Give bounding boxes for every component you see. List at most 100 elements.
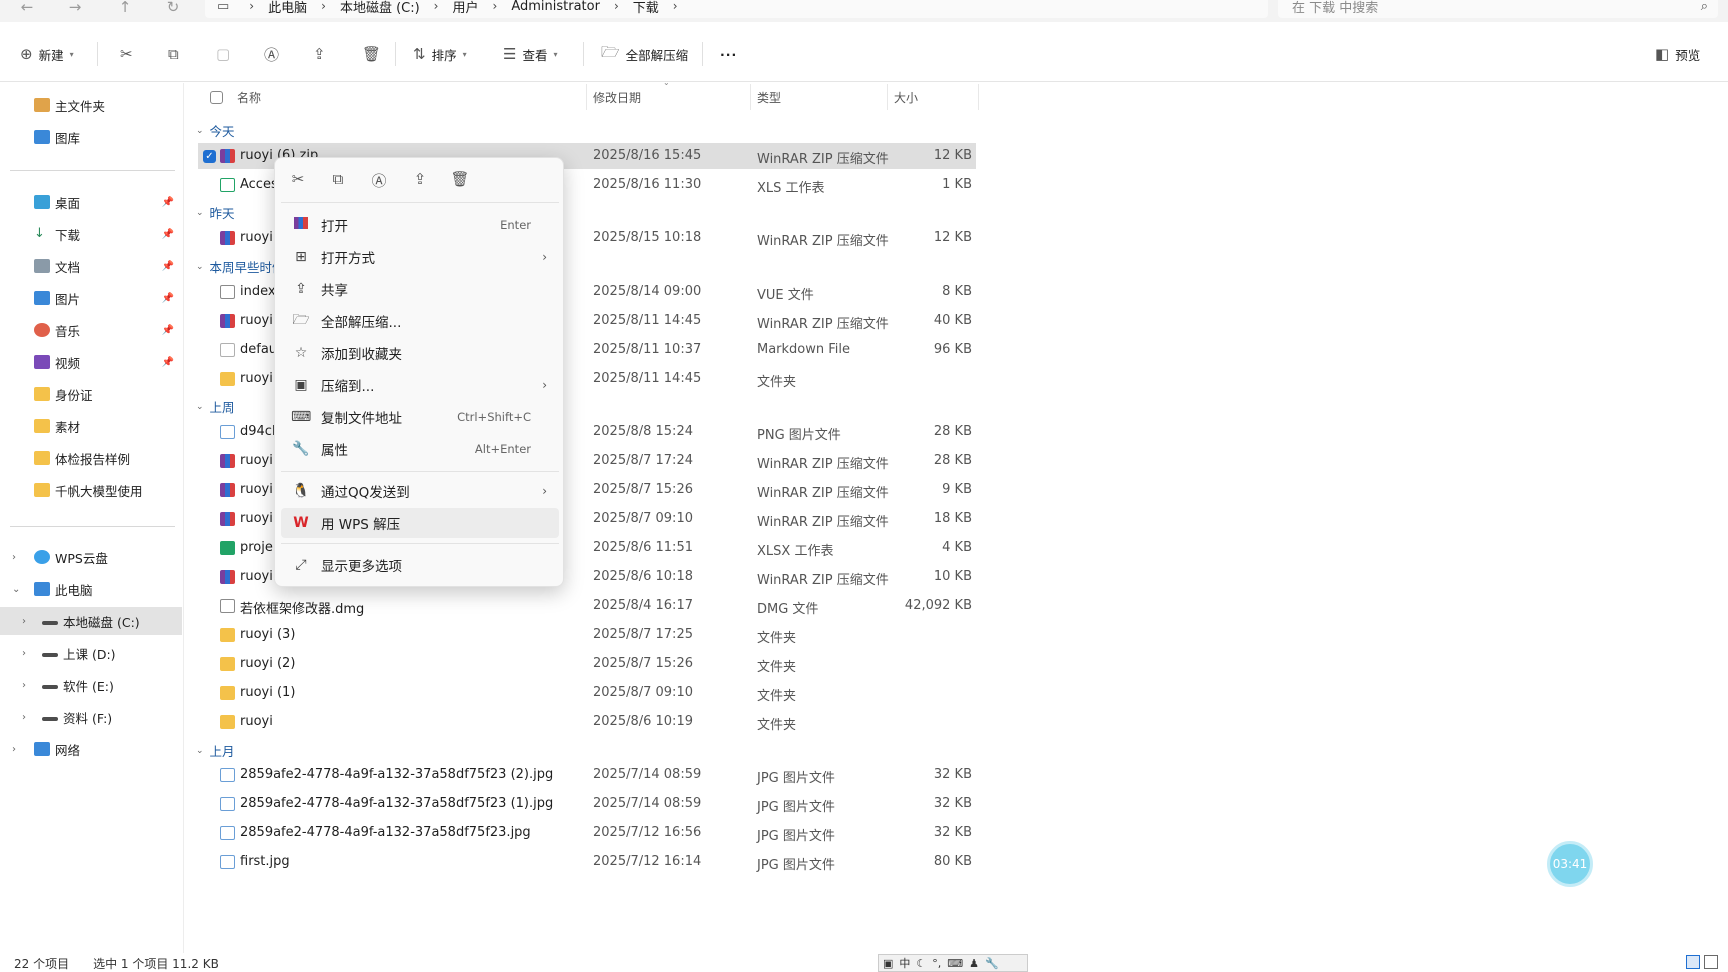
details-view-icon[interactable] <box>1686 955 1700 969</box>
sidebar-item-materials[interactable]: 素材 <box>0 412 182 440</box>
menu-item-copy-path[interactable]: ⌨ 复制文件地址 Ctrl+Shift+C <box>281 402 559 432</box>
file-row[interactable]: ruoyi (2) 2025/8/7 15:26 文件夹 <box>198 651 976 677</box>
breadcrumb-users[interactable]: 用户 <box>444 0 486 16</box>
wrench-icon[interactable]: 🔧 <box>985 957 999 970</box>
punctuation-icon[interactable]: °, <box>932 957 941 970</box>
file-row[interactable]: 2859afe2-4778-4a9f-a132-37a58df75f23.jpg… <box>198 820 976 846</box>
rename-icon[interactable]: Ⓐ <box>368 170 390 192</box>
file-row[interactable]: 若依框架修改器.dmg 2025/8/4 16:17 DMG 文件 42,092… <box>198 593 976 619</box>
address-bar[interactable]: ▭ › 此电脑 › 本地磁盘 (C:) › 用户 › Administrator… <box>205 0 1268 18</box>
sidebar-item-wps-cloud[interactable]: › WPS云盘 <box>0 543 182 571</box>
scissors-icon[interactable]: ✂ <box>287 170 309 192</box>
group-header-last-week[interactable]: ⌄ 上周 <box>196 397 235 416</box>
file-row[interactable]: ruoyi (3) 2025/8/7 17:25 文件夹 <box>198 622 976 648</box>
sidebar-item-drive-c[interactable]: › 本地磁盘 (C:) <box>0 607 182 635</box>
refresh-icon[interactable]: ↻ <box>158 0 188 16</box>
new-button[interactable]: ⊕ 新建 ▾ <box>20 44 74 64</box>
column-divider[interactable] <box>750 84 751 110</box>
sort-button[interactable]: ⇅ 排序 ▾ <box>413 44 467 64</box>
file-row[interactable]: first.jpg 2025/7/12 16:14 JPG 图片文件 80 KB <box>198 849 976 875</box>
moon-icon[interactable]: ☾ <box>916 957 926 970</box>
more-options-button[interactable]: ··· <box>720 44 737 64</box>
menu-item-properties[interactable]: 🔧 属性 Alt+Enter <box>281 434 559 464</box>
chevron-down-icon[interactable]: ⌄ <box>12 584 20 595</box>
chevron-right-icon[interactable]: › <box>22 680 26 691</box>
trash-icon[interactable]: 🗑 <box>449 170 471 192</box>
sidebar-item-music[interactable]: 音乐 📌 <box>0 316 182 344</box>
tiles-view-icon[interactable] <box>1704 955 1718 969</box>
user-icon[interactable]: ♟ <box>969 957 979 970</box>
breadcrumb-drive-c[interactable]: 本地磁盘 (C:) <box>332 0 428 16</box>
delete-button[interactable]: 🗑 <box>362 44 381 64</box>
group-header-today[interactable]: ⌄ 今天 <box>196 121 235 140</box>
group-header-earlier-week[interactable]: ⌄ 本周早些时候 <box>196 257 285 276</box>
keyboard-icon[interactable]: ⌨ <box>947 957 963 970</box>
ime-toolbar[interactable]: ▣ 中 ☾ °, ⌨ ♟ 🔧 <box>878 954 1028 972</box>
menu-item-open[interactable]: 打开 Enter <box>281 210 559 240</box>
up-icon[interactable]: ↑ <box>110 0 140 16</box>
sidebar-item-pictures[interactable]: 图片 📌 <box>0 284 182 312</box>
sidebar-item-drive-f[interactable]: › 资料 (F:) <box>0 703 182 731</box>
column-divider[interactable] <box>887 84 888 110</box>
share-button[interactable]: ⇪ <box>313 44 326 64</box>
file-row[interactable]: ruoyi (1) 2025/8/7 09:10 文件夹 <box>198 680 976 706</box>
menu-item-wps-extract[interactable]: W 用 WPS 解压 <box>281 508 559 538</box>
share-icon[interactable]: ⇪ <box>409 170 431 192</box>
chevron-right-icon[interactable]: › <box>22 712 26 723</box>
sidebar-item-downloads[interactable]: ↓ 下载 📌 <box>0 220 182 248</box>
chevron-right-icon[interactable]: › <box>22 648 26 659</box>
column-header-date[interactable]: 修改日期 ⌄ <box>593 78 750 110</box>
ime-language[interactable]: 中 <box>899 955 910 971</box>
chevron-right-icon[interactable]: › <box>22 616 26 627</box>
column-divider[interactable] <box>978 84 979 110</box>
column-header-size[interactable]: 大小 <box>894 84 978 110</box>
checkbox-checked-icon[interactable]: ✓ <box>203 150 216 163</box>
paste-button[interactable]: ▢ <box>216 44 230 64</box>
column-header-type[interactable]: 类型 <box>757 84 887 110</box>
sidebar-item-documents[interactable]: 文档 📌 <box>0 252 182 280</box>
extract-all-button[interactable]: 🗁 全部解压缩 <box>601 43 688 64</box>
group-header-yesterday[interactable]: ⌄ 昨天 <box>196 203 235 222</box>
breadcrumb-this-pc[interactable]: 此电脑 <box>260 0 315 16</box>
menu-item-extract-all[interactable]: 🗁 全部解压缩... <box>281 306 559 336</box>
sidebar-item-desktop[interactable]: 桌面 📌 <box>0 188 182 216</box>
sidebar-item-drive-d[interactable]: › 上课 (D:) <box>0 639 182 667</box>
sidebar-item-network[interactable]: › 网络 <box>0 735 182 763</box>
menu-item-send-qq[interactable]: 🐧 通过QQ发送到 › <box>281 476 559 506</box>
breadcrumb-downloads[interactable]: 下载 <box>625 0 667 16</box>
search-input[interactable]: 在 下载 中搜索 ⌕ <box>1278 0 1718 18</box>
view-button[interactable]: ☰ 查看 ▾ <box>503 44 557 64</box>
select-all-checkbox[interactable] <box>210 90 223 104</box>
file-row[interactable]: 2859afe2-4778-4a9f-a132-37a58df75f23 (1)… <box>198 791 976 817</box>
sidebar-item-drive-e[interactable]: › 软件 (E:) <box>0 671 182 699</box>
preview-button[interactable]: ◧ 预览 <box>1655 44 1700 64</box>
copy-icon[interactable]: ⧉ <box>327 170 349 192</box>
menu-item-open-with[interactable]: ⊞ 打开方式 › <box>281 242 559 272</box>
sidebar-item-this-pc[interactable]: ⌄ 此电脑 <box>0 575 182 603</box>
menu-item-more-options[interactable]: ⤢ 显示更多选项 <box>281 550 559 580</box>
sidebar-item-videos[interactable]: 视频 📌 <box>0 348 182 376</box>
recording-timer[interactable]: 03:41 <box>1547 841 1593 887</box>
sidebar-item-id-card[interactable]: 身份证 <box>0 380 182 408</box>
cut-button[interactable]: ✂ <box>120 44 133 64</box>
sidebar-item-home[interactable]: 主文件夹 <box>0 91 182 119</box>
group-header-last-month[interactable]: ⌄ 上月 <box>196 741 235 760</box>
sidebar-item-gallery[interactable]: 图库 <box>0 123 182 151</box>
rename-button[interactable]: Ⓐ <box>264 44 279 64</box>
chevron-right-icon[interactable]: › <box>12 744 16 755</box>
file-row[interactable]: 2859afe2-4778-4a9f-a132-37a58df75f23 (2)… <box>198 762 976 788</box>
menu-item-add-favorite[interactable]: ☆ 添加到收藏夹 <box>281 338 559 368</box>
sidebar-item-qianfan[interactable]: 千帆大模型使用 <box>0 476 182 504</box>
menu-item-share[interactable]: ⇪ 共享 <box>281 274 559 304</box>
column-divider[interactable] <box>586 84 587 110</box>
file-row[interactable]: ruoyi 2025/8/6 10:19 文件夹 <box>198 709 976 735</box>
copy-button[interactable]: ⧉ <box>168 44 179 64</box>
chevron-right-icon[interactable]: › <box>667 0 684 13</box>
back-icon[interactable]: ← <box>12 0 42 16</box>
column-header-name[interactable]: 名称 <box>210 84 586 110</box>
breadcrumb-administrator[interactable]: Administrator <box>503 0 608 14</box>
menu-item-compress-to[interactable]: ▣ 压缩到... › <box>281 370 559 400</box>
sidebar-item-health-report[interactable]: 体检报告样例 <box>0 444 182 472</box>
forward-icon[interactable]: → <box>60 0 90 16</box>
chevron-right-icon[interactable]: › <box>12 552 16 563</box>
